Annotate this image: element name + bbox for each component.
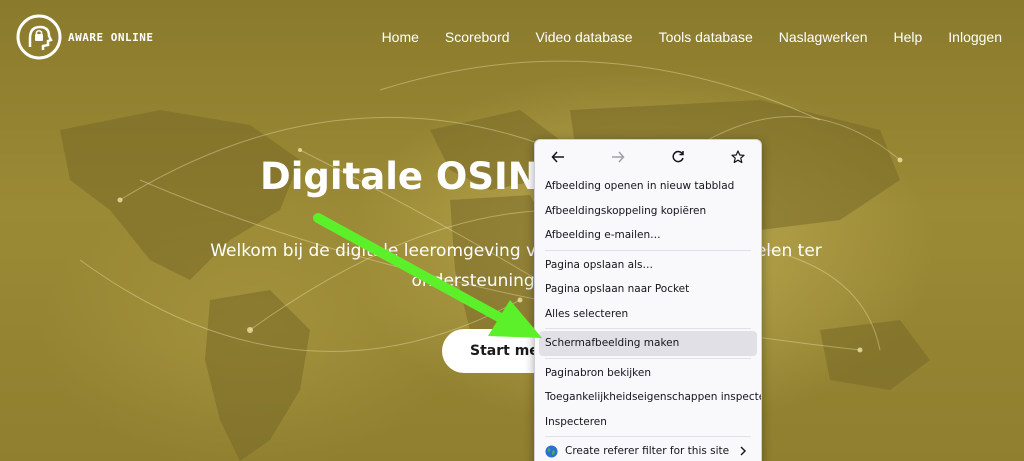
green-annotation-arrow-icon <box>313 213 542 338</box>
